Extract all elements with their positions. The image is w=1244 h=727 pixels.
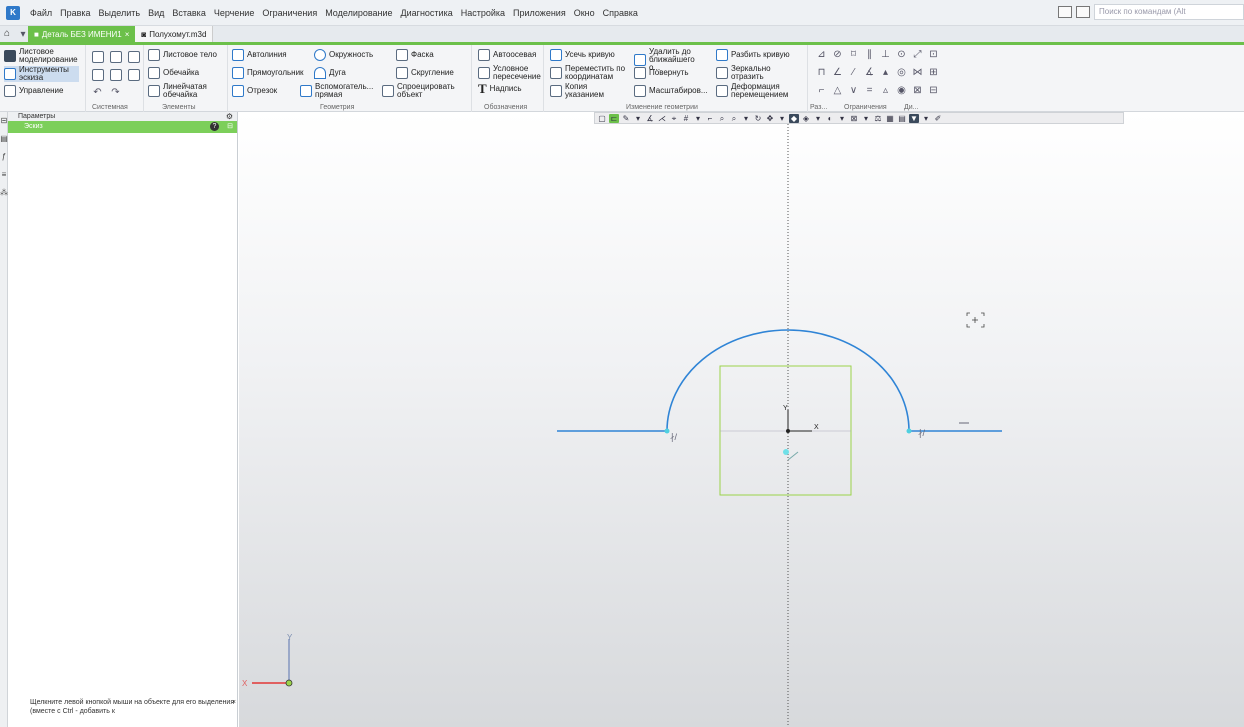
dropdown-icon[interactable]: ▾	[837, 114, 847, 123]
dropdown-icon[interactable]: ▾	[777, 114, 787, 123]
view-grid-icon[interactable]: ▢	[597, 114, 607, 123]
global-origin	[285, 679, 293, 687]
left-junction-point[interactable]	[664, 428, 670, 434]
zoom-window-icon[interactable]: ⌕	[717, 114, 727, 123]
dropdown-icon[interactable]: ▾	[741, 114, 751, 123]
tangent-marker-left: ∤/	[670, 432, 678, 442]
rotate-view-icon[interactable]: ↻	[753, 114, 763, 123]
sketch-mode-icon[interactable]: ⊏	[609, 113, 619, 123]
ortho-icon[interactable]: ⌐	[705, 114, 715, 123]
snap-icon[interactable]: ∡	[645, 114, 655, 123]
filter-icon[interactable]: ▼	[909, 113, 919, 123]
brush-icon[interactable]: ✐	[933, 114, 943, 123]
grid-icon[interactable]: #	[681, 114, 691, 123]
snap-settings-icon[interactable]: ⋌	[657, 114, 667, 123]
view-toolbar: ▢ ⊏ ✎ ▾ ∡ ⋌ ⌖ # ▾ ⌐ ⌕ ⌕ ▾ ↻ ✥ ▾ ◆ ◈ ▾ ◐ …	[594, 112, 1124, 124]
pencil-icon[interactable]: ✎	[621, 114, 631, 123]
dropdown-icon[interactable]: ▾	[633, 114, 643, 123]
dropdown-icon[interactable]: ▾	[693, 114, 703, 123]
global-y-label: Y	[287, 633, 293, 642]
zoom-icon[interactable]: ⌕	[729, 114, 739, 123]
properties-icon[interactable]: ▤	[897, 114, 907, 123]
pan-icon[interactable]: ✥	[765, 114, 775, 123]
sketch-origin-box	[719, 365, 852, 496]
global-x-label: X	[242, 679, 248, 688]
center-marker	[787, 451, 799, 461]
dropdown-icon[interactable]: ▾	[921, 114, 931, 123]
measure-icon[interactable]: ⚖	[873, 114, 883, 123]
origin-y-label: Y	[783, 405, 788, 412]
visibility-icon[interactable]: ◐	[825, 114, 835, 123]
section-icon[interactable]: ⊠	[849, 114, 859, 123]
dropdown-icon[interactable]: ▾	[813, 114, 823, 123]
sketch-drawing: X Y ∤/ ∤/ X Y	[242, 124, 1002, 727]
origin-point[interactable]	[786, 429, 790, 433]
arc-center-point[interactable]	[783, 449, 789, 455]
right-junction-point[interactable]	[906, 428, 912, 434]
dropdown-icon[interactable]: ▾	[861, 114, 871, 123]
cursor-crosshair-icon	[966, 312, 985, 328]
tangent-marker-right: ∤/	[918, 428, 926, 438]
constraints-display-icon[interactable]: ⌖	[669, 114, 679, 123]
display-mode-icon[interactable]: ◈	[801, 114, 811, 123]
origin-x-label: X	[814, 424, 819, 431]
orientation-icon[interactable]: ◆	[789, 113, 799, 123]
layers-view-icon[interactable]: ▦	[885, 114, 895, 123]
